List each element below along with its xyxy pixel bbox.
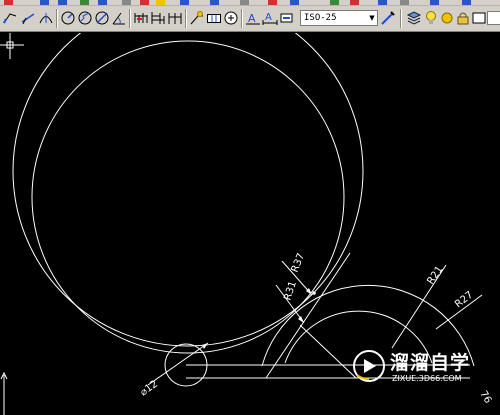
- large-circle-upper: [12, 33, 364, 347]
- construction-line-right: [299, 324, 357, 379]
- layer-freeze-sun-icon[interactable]: [439, 10, 455, 26]
- play-badge-icon: [353, 350, 385, 382]
- dim-text-r31: R31: [282, 280, 299, 302]
- watermark-url: ZIXUE.3D66.COM: [392, 374, 462, 383]
- dim-arrow: [202, 343, 208, 349]
- svg-text:A: A: [265, 12, 272, 23]
- dim-text-r27: R27: [453, 290, 475, 311]
- toolbar-button-partial[interactable]: [330, 0, 339, 5]
- linear-dimension-icon[interactable]: [2, 10, 18, 26]
- crosshair-cursor-icon: [0, 33, 24, 59]
- toolbar-button-partial[interactable]: [140, 0, 149, 5]
- continue-dimension-icon[interactable]: [167, 10, 183, 26]
- construction-line-left: [265, 252, 351, 379]
- layer-manager-icon[interactable]: [406, 10, 422, 26]
- dimension-edit-icon[interactable]: A: [245, 10, 261, 26]
- layer-on-bulb-icon[interactable]: [423, 10, 439, 26]
- dimension-toolbar: A A ISO-25 ▼: [0, 6, 500, 32]
- quick-dimension-icon[interactable]: [133, 10, 149, 26]
- toolbar-button-partial[interactable]: [378, 0, 387, 5]
- toolbar-button-partial[interactable]: [156, 0, 165, 5]
- toolbar-separator: [56, 9, 58, 28]
- arc-length-icon[interactable]: [38, 10, 54, 26]
- toolbar-button-partial[interactable]: [400, 0, 409, 5]
- toolbar-button-partial[interactable]: [430, 0, 439, 5]
- toolbar-button-partial[interactable]: [210, 0, 219, 5]
- dimension-style-value: ISO-25: [304, 13, 337, 23]
- dim-point: [312, 291, 316, 295]
- quick-leader-icon[interactable]: [189, 10, 205, 26]
- dimension-update-icon[interactable]: [279, 10, 295, 26]
- layer-name-field-partial[interactable]: [487, 10, 500, 26]
- toolbar-separator: [185, 9, 187, 28]
- toolbar-button-partial[interactable]: [98, 0, 107, 5]
- watermark-logo: 溜溜自学 ZIXUE.3D66.COM: [352, 346, 472, 392]
- toolbar-button-partial[interactable]: [122, 0, 131, 5]
- toolbar-button-partial[interactable]: [40, 0, 49, 5]
- toolbar-button-partial[interactable]: [4, 0, 13, 5]
- radius-dimension-icon[interactable]: [60, 10, 76, 26]
- dim-text-d12: ⌀12: [138, 379, 160, 399]
- dim-text-edge: 76: [477, 389, 493, 406]
- chevron-down-icon[interactable]: ▼: [367, 11, 377, 25]
- dim-leader-d12: [147, 342, 209, 386]
- dim-text-r37: R37: [290, 252, 308, 274]
- toolbar-button-partial[interactable]: [268, 0, 277, 5]
- center-mark-icon[interactable]: [223, 10, 239, 26]
- dim-text-r21: R21: [425, 264, 445, 286]
- baseline-dimension-icon[interactable]: [150, 10, 166, 26]
- toolbar-separator: [400, 9, 402, 28]
- toolbar-separator: [241, 9, 243, 28]
- svg-text:A: A: [248, 12, 256, 25]
- ucs-icon: [0, 371, 8, 415]
- dim-arrow: [298, 316, 304, 323]
- diameter-dimension-icon[interactable]: [94, 10, 110, 26]
- dimension-text-edit-icon[interactable]: A: [262, 10, 278, 26]
- toolbar-button-partial[interactable]: [290, 0, 299, 5]
- layer-color-swatch-icon[interactable]: [471, 10, 487, 26]
- toolbar-button-partial[interactable]: [350, 0, 359, 5]
- layer-lock-icon[interactable]: [455, 10, 471, 26]
- toolbar-button-partial[interactable]: [80, 0, 89, 5]
- large-circle-inner: [31, 40, 345, 354]
- jogged-dimension-icon[interactable]: [77, 10, 93, 26]
- toolbar-button-partial[interactable]: [180, 0, 189, 5]
- toolbar-button-partial[interactable]: [240, 0, 249, 5]
- toolbar-button-partial[interactable]: [462, 0, 471, 5]
- watermark-brand: 溜溜自学: [390, 352, 471, 374]
- toolbar-button-partial[interactable]: [58, 0, 67, 5]
- aligned-dimension-icon[interactable]: [20, 10, 36, 26]
- toolbar-separator: [129, 9, 131, 28]
- dimension-style-manager-icon[interactable]: [380, 10, 396, 26]
- tolerance-icon[interactable]: [206, 10, 222, 26]
- angular-dimension-icon[interactable]: [111, 10, 127, 26]
